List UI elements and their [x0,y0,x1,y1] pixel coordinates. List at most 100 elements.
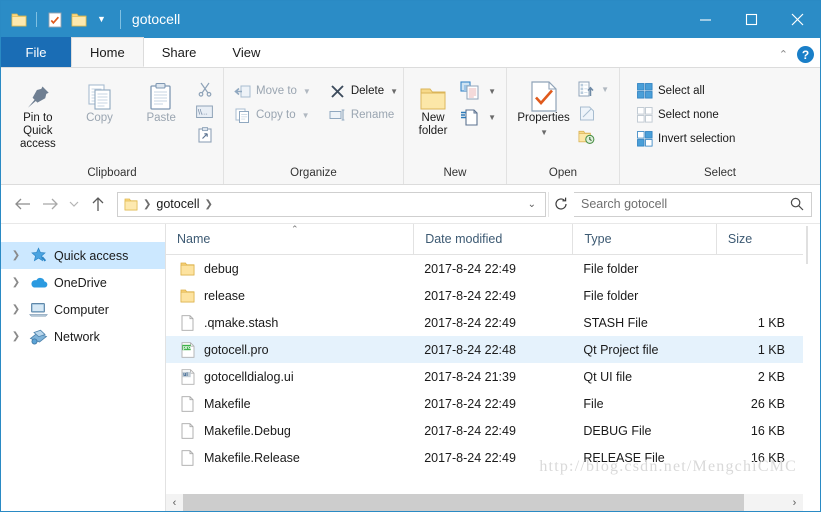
column-header-name[interactable]: Name ⌃ [166,224,413,255]
breadcrumb-separator-1[interactable]: ❯ [143,199,151,210]
open-chevron-down-icon[interactable]: ▼ [601,85,609,94]
qat-new-folder-icon[interactable] [69,10,88,29]
breadcrumb-separator-2[interactable]: ❯ [204,199,212,210]
back-button[interactable] [9,191,35,217]
scroll-right-arrow-icon[interactable]: › [786,494,803,511]
tab-file[interactable]: File [1,37,71,67]
paste-button[interactable]: Paste [130,74,192,125]
help-icon[interactable]: ? [797,46,814,63]
file-name: .qmake.stash [204,315,279,330]
clipboard-small-buttons: \\... [192,74,217,146]
tab-home[interactable]: Home [71,37,144,67]
collapse-ribbon-icon[interactable]: ⌃ [779,48,788,61]
up-button[interactable] [85,191,111,217]
properties-check-icon [530,78,558,112]
easy-access-chevron-down-icon[interactable]: ▼ [488,113,496,122]
move-to-chevron-down-icon[interactable]: ▼ [303,87,311,96]
chevron-right-icon[interactable]: ❯ [9,304,23,315]
delete-button[interactable]: Delete ▼ [325,79,402,103]
new-folder-label-2: folder [418,125,448,137]
copy-to-chevron-down-icon[interactable]: ▼ [302,111,310,120]
table-row[interactable]: Makefile.Release 2017-8-24 22:49 RELEASE… [166,444,803,471]
file-name: Makefile [204,396,251,411]
column-header-size[interactable]: Size [715,223,803,255]
search-box[interactable]: Search gotocell [574,191,812,217]
history-button[interactable] [574,125,613,149]
recent-locations-button[interactable] [65,191,83,217]
scrollbar-thumb[interactable] [183,494,744,511]
open-button[interactable]: ▼ [574,77,613,101]
copy-button[interactable]: Copy [69,74,131,125]
sidebar-item-label: Network [54,329,100,344]
delete-chevron-down-icon[interactable]: ▼ [390,87,398,96]
search-input[interactable]: Search gotocell [581,197,790,211]
qat-folder-icon[interactable] [9,10,28,29]
properties-label: Properties [517,112,570,124]
table-row[interactable]: Makefile.Debug 2017-8-24 22:49 DEBUG Fil… [166,417,803,444]
column-header-type-label: Type [584,232,612,246]
table-row[interactable]: pro gotocell.pro 2017-8-24 22:48 Qt Proj… [166,336,803,363]
new-item-button[interactable]: ▼ [456,78,500,104]
tab-view[interactable]: View [214,37,278,67]
qat-chevron-down-icon[interactable]: ▼ [93,15,110,24]
rename-button[interactable]: Rename [325,103,402,127]
scrollbar-track[interactable] [183,494,786,511]
properties-chevron-down-icon[interactable]: ▼ [540,126,548,139]
sidebar-item-label: Quick access [54,248,129,263]
file-size: 16 KB [750,423,785,438]
column-header-date-modified[interactable]: Date modified [413,223,572,255]
maximize-button[interactable] [728,1,774,38]
invert-selection-button[interactable]: Invert selection [632,127,739,151]
computer-icon [29,300,48,319]
properties-button[interactable]: Properties ▼ [513,74,574,139]
window-controls [682,1,820,38]
file-size: 1 KB [757,342,785,357]
sidebar-item-quick-access[interactable]: ❯ Quick access [1,242,165,269]
select-all-button[interactable]: Select all [632,79,739,103]
vertical-scrollbar[interactable] [803,224,820,511]
paste-shortcut-button[interactable] [192,123,217,146]
sidebar-item-onedrive[interactable]: ❯ OneDrive [1,269,165,296]
select-none-icon [636,107,653,124]
table-row[interactable]: ui gotocelldialog.ui 2017-8-24 21:39 Qt … [166,363,803,390]
breadcrumb-bar[interactable]: ❯ gotocell ❯ ⌄ [117,191,546,217]
move-to-button[interactable]: Move to ▼ [230,79,315,103]
file-type: DEBUG File [583,423,652,438]
copy-to-button[interactable]: Copy to ▼ [230,103,315,127]
sidebar-item-network[interactable]: ❯ Network [1,323,165,350]
new-item-chevron-down-icon[interactable]: ▼ [488,87,496,96]
table-row[interactable]: debug 2017-8-24 22:49 File folder [166,255,803,282]
search-icon[interactable] [790,197,804,211]
table-row[interactable]: release 2017-8-24 22:49 File folder [166,282,803,309]
select-none-button[interactable]: Select none [632,103,739,127]
cut-button[interactable] [192,77,217,100]
chevron-right-icon[interactable]: ❯ [9,331,23,342]
pin-to-quick-access-button[interactable]: Pin to Quick access [7,74,69,151]
forward-button[interactable] [37,191,63,217]
table-row[interactable]: .qmake.stash 2017-8-24 22:49 STASH File … [166,309,803,336]
breadcrumb-path[interactable]: gotocell [156,197,199,211]
breadcrumb-folder-icon[interactable] [124,198,138,211]
new-folder-button[interactable]: New folder [410,74,456,138]
new-item-icon [460,81,482,101]
file-date: 2017-8-24 22:49 [424,315,516,330]
chevron-right-icon[interactable]: ❯ [9,250,23,261]
close-button[interactable] [774,1,820,38]
breadcrumb-chevron-down-icon[interactable]: ⌄ [521,199,543,210]
horizontal-scrollbar[interactable]: ‹ › [166,494,803,511]
sidebar-item-computer[interactable]: ❯ Computer [1,296,165,323]
pin-to-quick-access-label-2: access [19,138,56,150]
rename-label: Rename [350,109,395,121]
vertical-scrollbar-thumb[interactable] [806,226,808,264]
easy-access-button[interactable]: ▼ [456,104,500,130]
edit-button[interactable] [574,101,613,125]
scroll-left-arrow-icon[interactable]: ‹ [166,494,183,511]
chevron-right-icon[interactable]: ❯ [9,277,23,288]
tab-share[interactable]: Share [144,37,215,67]
qat-properties-icon[interactable] [45,10,64,29]
column-header-type[interactable]: Type [572,223,715,255]
copy-path-button[interactable]: \\... [192,100,217,123]
refresh-button[interactable] [548,191,572,217]
table-row[interactable]: Makefile 2017-8-24 22:49 File 26 KB [166,390,803,417]
minimize-button[interactable] [682,1,728,38]
